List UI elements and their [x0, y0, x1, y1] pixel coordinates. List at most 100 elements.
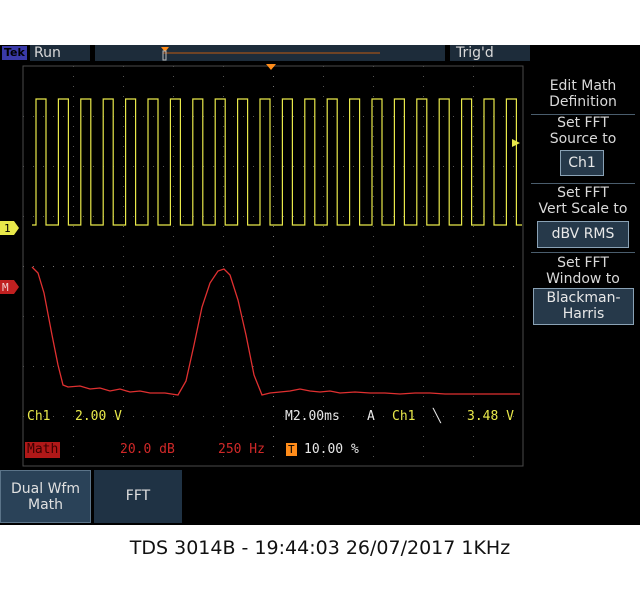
grid-dot: [73, 196, 74, 197]
grid-dot: [343, 166, 344, 167]
grid-dot: [223, 386, 224, 387]
menu-edit-math-title-2[interactable]: Definition: [531, 94, 635, 110]
grid-dot: [473, 356, 474, 357]
grid-dot: [413, 216, 414, 217]
menu-fft-vscale-title-2[interactable]: Vert Scale to: [531, 201, 635, 217]
grid-dot: [343, 366, 344, 367]
grid-dot: [193, 266, 194, 267]
grid-dot: [423, 86, 424, 87]
grid-dot: [73, 86, 74, 87]
grid-dot: [323, 136, 324, 137]
grid-dot: [393, 316, 394, 317]
grid-dot: [473, 146, 474, 147]
menu-fft-vscale-title-1[interactable]: Set FFT: [531, 185, 635, 201]
grid-dot: [193, 316, 194, 317]
grid-dot: [423, 316, 424, 317]
grid-dot: [83, 266, 84, 267]
fft-source-value[interactable]: Ch1: [560, 150, 604, 176]
grid-dot: [513, 316, 514, 317]
grid-dot: [223, 76, 224, 77]
grid-dot: [123, 436, 124, 437]
grid-dot: [493, 266, 494, 267]
grid-dot: [323, 376, 324, 377]
grid-dot: [73, 236, 74, 237]
fft-button[interactable]: FFT: [94, 470, 182, 523]
menu-fft-window-title-1[interactable]: Set FFT: [531, 255, 635, 271]
grid-dot: [273, 106, 274, 107]
grid-dot: [383, 166, 384, 167]
grid-dot: [423, 436, 424, 437]
grid-dot: [373, 436, 374, 437]
dual-wfm-math-button[interactable]: Dual Wfm Math: [0, 470, 91, 523]
grid-dot: [43, 166, 44, 167]
grid-dot: [373, 176, 374, 177]
grid-dot: [323, 196, 324, 197]
trigger-mode: A: [367, 409, 375, 424]
grid-dot: [323, 386, 324, 387]
grid-dot: [373, 116, 374, 117]
grid-dot: [273, 346, 274, 347]
fft-vscale-value[interactable]: dBV RMS: [537, 221, 629, 248]
grid-dot: [223, 146, 224, 147]
grid-dot: [213, 416, 214, 417]
grid-dot: [223, 286, 224, 287]
grid-dot: [93, 266, 94, 267]
grid-dot: [353, 366, 354, 367]
menu-fft-window-title-2[interactable]: Window to: [531, 271, 635, 287]
grid-dot: [323, 346, 324, 347]
grid-dot: [373, 216, 374, 217]
grid-dot: [373, 186, 374, 187]
grid-dot: [153, 266, 154, 267]
grid-dot: [73, 136, 74, 137]
grid-dot: [323, 296, 324, 297]
grid-dot: [373, 206, 374, 207]
grid-dot: [273, 336, 274, 337]
grid-dot: [423, 366, 424, 367]
grid-dot: [353, 116, 354, 117]
grid-dot: [173, 216, 174, 217]
grid-dot: [173, 86, 174, 87]
grid-dot: [373, 446, 374, 447]
grid-dot: [433, 266, 434, 267]
grid-dot: [153, 116, 154, 117]
grid-dot: [423, 426, 424, 427]
grid-dot: [53, 216, 54, 217]
grid-dot: [73, 316, 74, 317]
grid-dot: [333, 366, 334, 367]
grid-dot: [323, 306, 324, 307]
grid-dot: [203, 266, 204, 267]
grid-dot: [353, 316, 354, 317]
grid-dot: [83, 366, 84, 367]
grid-dot: [53, 316, 54, 317]
grid-dot: [173, 426, 174, 427]
grid-dot: [293, 216, 294, 217]
grid-dot: [273, 356, 274, 357]
grid-dot: [123, 206, 124, 207]
grid-dot: [223, 366, 224, 367]
grid-dot: [373, 276, 374, 277]
grid-dot: [63, 266, 64, 267]
grid-dot: [263, 266, 264, 267]
menu-edit-math-title-1[interactable]: Edit Math: [531, 78, 635, 94]
grid-dot: [273, 436, 274, 437]
grid-dot: [73, 176, 74, 177]
grid-dot: [73, 376, 74, 377]
grid-dot: [373, 356, 374, 357]
grid-dot: [373, 76, 374, 77]
grid-dot: [473, 296, 474, 297]
grid-dot: [223, 426, 224, 427]
grid-dot: [423, 456, 424, 457]
menu-fft-source-title-2[interactable]: Source to: [531, 131, 635, 147]
grid-dot: [453, 166, 454, 167]
fft-window-value[interactable]: Blackman- Harris: [533, 288, 634, 325]
grid-dot: [183, 316, 184, 317]
menu-fft-source-title-1[interactable]: Set FFT: [531, 115, 635, 131]
grid-dot: [233, 416, 234, 417]
grid-dot: [433, 216, 434, 217]
grid-dot: [73, 456, 74, 457]
grid-dot: [323, 186, 324, 187]
grid-dot: [133, 166, 134, 167]
grid-dot: [223, 316, 224, 317]
grid-dot: [423, 396, 424, 397]
grid-dot: [473, 436, 474, 437]
